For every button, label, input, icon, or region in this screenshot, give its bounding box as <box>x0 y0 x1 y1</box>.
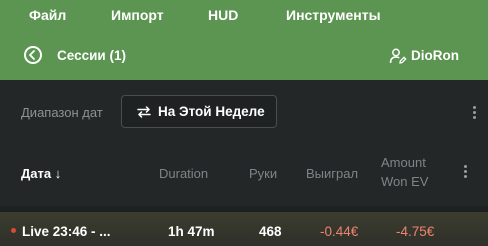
live-indicator-icon <box>11 228 16 233</box>
table-row[interactable]: Live 23:46 - ... 1h 47m 468 -0.44€ -4.75… <box>0 212 488 246</box>
date-range-label: Диапазон дат <box>21 105 103 120</box>
back-arrow-icon[interactable] <box>24 46 42 64</box>
menu-bar: Файл Импорт HUD Инструменты <box>0 0 488 32</box>
session-header: Сессии (1) DioRon <box>0 32 488 80</box>
user-icon[interactable] <box>389 47 407 65</box>
column-header-hands[interactable]: Руки <box>249 164 277 183</box>
column-header-duration[interactable]: Duration <box>159 164 208 183</box>
row-duration: 1h 47m <box>168 224 215 239</box>
menu-tools[interactable]: Инструменты <box>286 7 381 23</box>
column-header-won-ev-line2: Won EV <box>381 174 429 189</box>
column-header-won-ev-line1: Amount <box>381 155 426 170</box>
row-hands: 468 <box>259 224 282 239</box>
table-header: Дата ↓ Duration Руки Выиграл Amount Won … <box>0 144 488 206</box>
date-range-button[interactable]: На Этой Неделе <box>121 95 277 128</box>
date-range-value: На Этой Неделе <box>158 104 265 119</box>
row-won: -0.44€ <box>320 224 359 239</box>
column-header-date[interactable]: Дата ↓ <box>21 164 61 183</box>
row-date: Live 23:46 - ... <box>22 224 111 239</box>
date-filter-row: Диапазон дат На Этой Неделе <box>0 80 488 144</box>
user-name[interactable]: DioRon <box>411 48 459 63</box>
column-header-won[interactable]: Выиграл <box>306 164 358 183</box>
column-header-won-ev[interactable]: Amount Won EV <box>381 153 428 191</box>
swap-arrows-icon <box>137 106 151 118</box>
more-options-icon[interactable] <box>473 106 477 120</box>
menu-file[interactable]: Файл <box>29 7 66 23</box>
column-options-icon[interactable] <box>464 165 468 179</box>
menu-import[interactable]: Импорт <box>111 7 164 23</box>
page-title: Сессии (1) <box>57 48 126 63</box>
menu-hud[interactable]: HUD <box>208 7 238 23</box>
row-won-ev: -4.75€ <box>396 224 435 239</box>
